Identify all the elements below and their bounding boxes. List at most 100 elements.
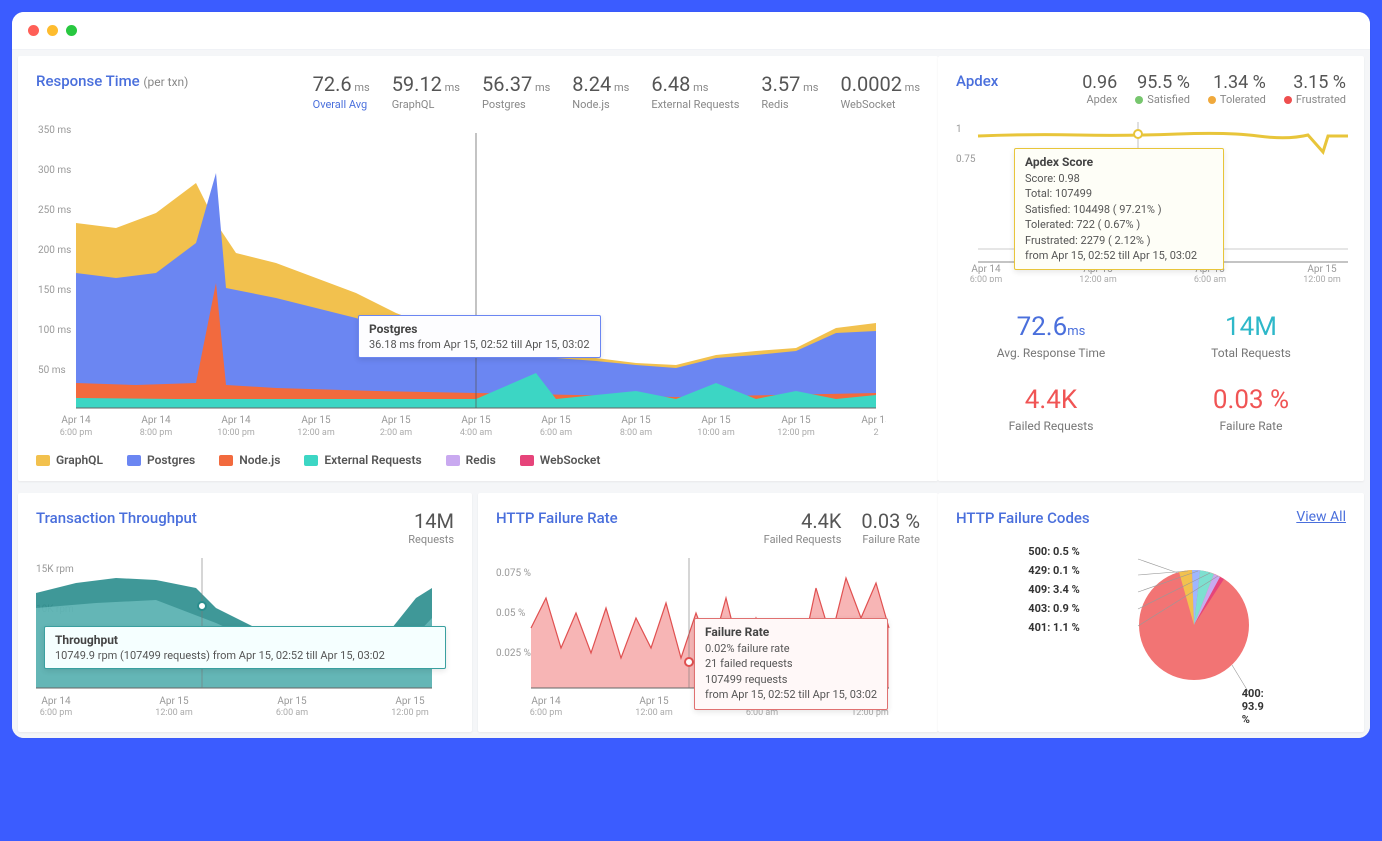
metric: 95.5 %Satisfied	[1135, 72, 1190, 106]
svg-text:Apr 14: Apr 14	[141, 415, 171, 426]
svg-text:Apr 14: Apr 14	[531, 696, 561, 707]
svg-text:15K rpm: 15K rpm	[36, 564, 74, 575]
failure-code-label: 403: 0.9 %	[1028, 602, 1079, 615]
svg-text:6:00 pm: 6:00 pm	[970, 275, 1003, 282]
metric: 3.57 msRedis	[761, 72, 818, 111]
chart-tooltip: Apdex Score Score: 0.98Total: 107499Sati…	[1014, 148, 1224, 270]
svg-text:0.05 %: 0.05 %	[496, 608, 525, 619]
throughput-label: Requests	[408, 533, 454, 546]
svg-text:0.075 %: 0.075 %	[496, 568, 531, 579]
metric: 6.48 msExternal Requests	[651, 72, 739, 111]
failure-code-label: 409: 3.4 %	[1028, 583, 1079, 596]
metric-value: 4.4K	[764, 509, 842, 533]
svg-text:Apr 15: Apr 15	[301, 415, 331, 426]
summary-avg-response-time: 72.6ms Avg. Response Time	[956, 312, 1146, 360]
panel-title: Response Time (per txn)	[36, 72, 188, 90]
minimize-icon[interactable]	[47, 25, 58, 36]
failure-code-labels: 500: 0.5 % 429: 0.1 % 409: 3.4 % 403: 0.9 %…	[1028, 537, 1079, 634]
svg-text:100 ms: 100 ms	[38, 325, 71, 336]
chart-tooltip: Failure Rate 0.02% failure rate21 failed…	[694, 618, 888, 710]
svg-text:6:00 am: 6:00 am	[276, 708, 308, 718]
panel-title: HTTP Failure Rate	[496, 509, 618, 527]
svg-text:6:00 pm: 6:00 pm	[40, 708, 73, 718]
svg-text:200 ms: 200 ms	[38, 245, 71, 256]
window-titlebar	[12, 12, 1370, 50]
metric: 0.0002 msWebSocket	[840, 72, 920, 111]
svg-text:2: 2	[873, 428, 878, 438]
panel-failure-rate: HTTP Failure Rate 4.4K Failed Requests 0…	[478, 493, 938, 732]
close-icon[interactable]	[28, 25, 39, 36]
svg-text:1: 1	[956, 124, 962, 135]
failure-code-main: 400: 93.9 %	[1242, 687, 1274, 726]
svg-text:250 ms: 250 ms	[38, 205, 71, 216]
svg-text:350 ms: 350 ms	[38, 125, 71, 136]
svg-text:Apr 15: Apr 15	[621, 415, 651, 426]
failure-code-label: 429: 0.1 %	[1028, 564, 1079, 577]
metric: 1.34 %Tolerated	[1208, 72, 1266, 106]
failure-codes-chart[interactable]: 400: 93.9 %	[1094, 537, 1274, 717]
svg-text:Apr 15: Apr 15	[1307, 264, 1337, 275]
legend-item[interactable]: External Requests	[304, 453, 421, 467]
panel-response-time: Response Time (per txn) 72.6 msOverall A…	[18, 56, 938, 481]
metric-value: 0.03 %	[861, 509, 920, 533]
view-all-link[interactable]: View All	[1296, 509, 1346, 525]
legend-item[interactable]: WebSocket	[520, 453, 601, 467]
svg-text:10:00 am: 10:00 am	[697, 428, 735, 438]
metric: 72.6 msOverall Avg	[313, 72, 370, 111]
maximize-icon[interactable]	[66, 25, 77, 36]
svg-text:12:00 am: 12:00 am	[1079, 275, 1117, 282]
svg-text:12:00 pm: 12:00 pm	[777, 428, 815, 438]
svg-text:6:00 am: 6:00 am	[1194, 275, 1226, 282]
svg-text:Apr 15: Apr 15	[861, 415, 886, 426]
panel-title: HTTP Failure Codes	[956, 509, 1090, 527]
chart-tooltip: Throughput 10749.9 rpm (107499 requests)…	[44, 626, 446, 669]
svg-text:2:00 am: 2:00 am	[380, 428, 412, 438]
throughput-chart[interactable]: 15K rpm 10K rpm Apr 146:00 pmApr 1512:00…	[36, 558, 454, 718]
metric: 59.12 msGraphQL	[392, 72, 460, 111]
svg-text:300 ms: 300 ms	[38, 165, 71, 176]
chart-legend: GraphQL Postgres Node.js External Requests R…	[36, 453, 920, 467]
svg-text:Apr 14: Apr 14	[41, 696, 71, 707]
metric-label: Failure Rate	[861, 533, 920, 546]
svg-text:6:00 pm: 6:00 pm	[530, 708, 563, 718]
svg-text:Apr 15: Apr 15	[701, 415, 731, 426]
legend-item[interactable]: Node.js	[219, 453, 280, 467]
svg-text:0.025 %: 0.025 %	[496, 648, 531, 659]
metric: 8.24 msNode.js	[572, 72, 629, 111]
panel-apdex: Apdex 0.96Apdex 95.5 %Satisfied 1.34 %Tole…	[938, 56, 1364, 481]
svg-text:150 ms: 150 ms	[38, 285, 71, 296]
svg-text:Apr 14: Apr 14	[971, 264, 1001, 275]
svg-text:12:00 pm: 12:00 pm	[391, 708, 429, 718]
svg-text:Apr 15: Apr 15	[159, 696, 189, 707]
failure-code-label: 401: 1.1 %	[1028, 621, 1079, 634]
metric-label: Failed Requests	[764, 533, 842, 546]
metric: 3.15 %Frustrated	[1284, 72, 1346, 106]
svg-text:8:00 pm: 8:00 pm	[140, 428, 173, 438]
panel-title: Apdex	[956, 72, 998, 90]
svg-text:12:00 pm: 12:00 pm	[1303, 275, 1341, 282]
legend-item[interactable]: Postgres	[127, 453, 195, 467]
svg-text:Apr 15: Apr 15	[781, 415, 811, 426]
svg-text:12:00 am: 12:00 am	[635, 708, 673, 718]
failure-rate-chart[interactable]: 0.075 % 0.05 % 0.025 % Apr 146:00 pmApr …	[496, 558, 920, 718]
summary-failed-requests: 4.4K Failed Requests	[956, 385, 1146, 433]
response-time-chart[interactable]: 350 ms300 ms250 ms200 ms150 ms100 ms50 m…	[36, 123, 920, 443]
svg-text:Apr 14: Apr 14	[221, 415, 251, 426]
throughput-value: 14M	[408, 509, 454, 533]
apdex-chart[interactable]: 1 0.75 Apr 146:00 pmApr 1512:00 amApr 15…	[956, 122, 1346, 282]
legend-item[interactable]: Redis	[446, 453, 496, 467]
panel-throughput: Transaction Throughput 14M Requests 15K …	[18, 493, 472, 732]
svg-text:Apr 15: Apr 15	[395, 696, 425, 707]
svg-text:6:00 am: 6:00 am	[540, 428, 572, 438]
panel-title: Transaction Throughput	[36, 509, 197, 527]
svg-text:12:00 am: 12:00 am	[155, 708, 193, 718]
svg-text:Apr 15: Apr 15	[461, 415, 491, 426]
legend-item[interactable]: GraphQL	[36, 453, 103, 467]
svg-text:4:00 am: 4:00 am	[460, 428, 492, 438]
metric: 56.37 msPostgres	[482, 72, 550, 111]
panel-failure-codes: HTTP Failure Codes View All 500: 0.5 % 42…	[938, 493, 1364, 732]
metric: 0.96Apdex	[1082, 72, 1117, 106]
failure-code-label: 500: 0.5 %	[1028, 545, 1079, 558]
summary-total-requests: 14M Total Requests	[1156, 312, 1346, 360]
chart-tooltip: Postgres 36.18 ms from Apr 15, 02:52 til…	[358, 315, 601, 358]
